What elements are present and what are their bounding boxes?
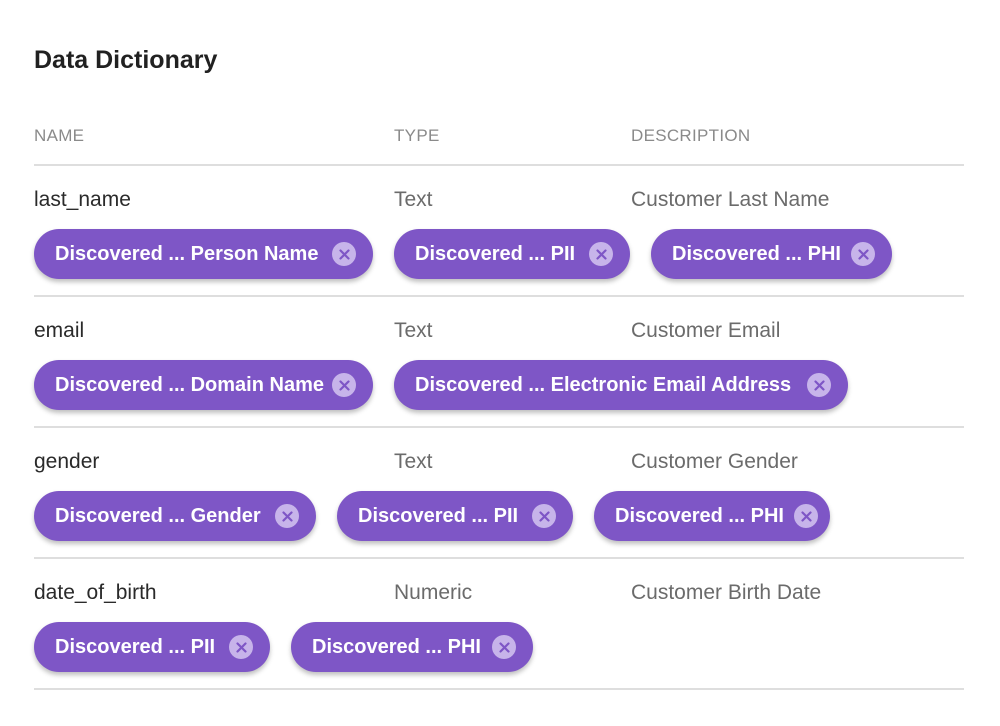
field-name: gender [34, 450, 100, 473]
tag-chip[interactable]: Discovered ... PII [337, 491, 573, 541]
field-name: email [34, 319, 85, 342]
close-circle-icon[interactable] [332, 373, 356, 397]
divider [34, 688, 964, 690]
tag-chip-label: Discovered ... PII [415, 242, 576, 265]
tag-chip-label: Discovered ... Gender [55, 504, 261, 527]
tag-chip-label: Discovered ... Electronic Email Address [415, 373, 792, 396]
field-type: Text [394, 188, 433, 211]
tag-chip[interactable]: Discovered ... PHI [291, 622, 533, 672]
column-header-name[interactable]: NAME [34, 126, 84, 146]
column-header-type[interactable]: TYPE [394, 126, 440, 146]
close-circle-icon[interactable] [794, 504, 818, 528]
tag-chip[interactable]: Discovered ... PHI [651, 229, 892, 279]
field-type: Text [394, 450, 433, 473]
tag-chip-label: Discovered ... PHI [615, 504, 784, 527]
field-type: Numeric [394, 581, 473, 604]
table-row: email Text Customer Email Discovered ...… [34, 296, 964, 410]
table-row: date_of_birth Numeric Customer Birth Dat… [34, 558, 964, 672]
tag-chip-label: Discovered ... Domain Name [55, 373, 324, 396]
tag-chip-label: Discovered ... PII [358, 504, 519, 527]
tag-chip[interactable]: Discovered ... Electronic Email Address [394, 360, 848, 410]
table-header: NAME TYPE DESCRIPTION [34, 126, 964, 150]
close-circle-icon[interactable] [492, 635, 516, 659]
tag-chip-label: Discovered ... Person Name [55, 242, 319, 265]
column-header-description[interactable]: DESCRIPTION [631, 126, 750, 146]
table-row: last_name Text Customer Last Name Discov… [34, 165, 964, 279]
tag-chip-label: Discovered ... PHI [672, 242, 841, 265]
close-circle-icon[interactable] [229, 635, 253, 659]
tag-chip-label: Discovered ... PII [55, 635, 216, 658]
field-description: Customer Email [631, 319, 781, 342]
field-description: Customer Birth Date [631, 581, 822, 604]
field-name: last_name [34, 188, 131, 211]
field-name: date_of_birth [34, 581, 157, 604]
field-description: Customer Last Name [631, 188, 830, 211]
field-type: Text [394, 319, 433, 342]
close-circle-icon[interactable] [851, 242, 875, 266]
tag-chip-label: Discovered ... PHI [312, 635, 481, 658]
tag-chip[interactable]: Discovered ... Domain Name [34, 360, 373, 410]
tag-chip[interactable]: Discovered ... Person Name [34, 229, 373, 279]
tag-chip[interactable]: Discovered ... PII [34, 622, 270, 672]
table-row: gender Text Customer Gender Discovered .… [34, 427, 964, 541]
field-description: Customer Gender [631, 450, 798, 473]
close-circle-icon[interactable] [332, 242, 356, 266]
tag-chip[interactable]: Discovered ... Gender [34, 491, 316, 541]
close-circle-icon[interactable] [275, 504, 299, 528]
page-title: Data Dictionary [34, 46, 218, 74]
tag-chip[interactable]: Discovered ... PII [394, 229, 630, 279]
tag-chip[interactable]: Discovered ... PHI [594, 491, 830, 541]
close-circle-icon[interactable] [807, 373, 831, 397]
close-circle-icon[interactable] [532, 504, 556, 528]
close-circle-icon[interactable] [589, 242, 613, 266]
